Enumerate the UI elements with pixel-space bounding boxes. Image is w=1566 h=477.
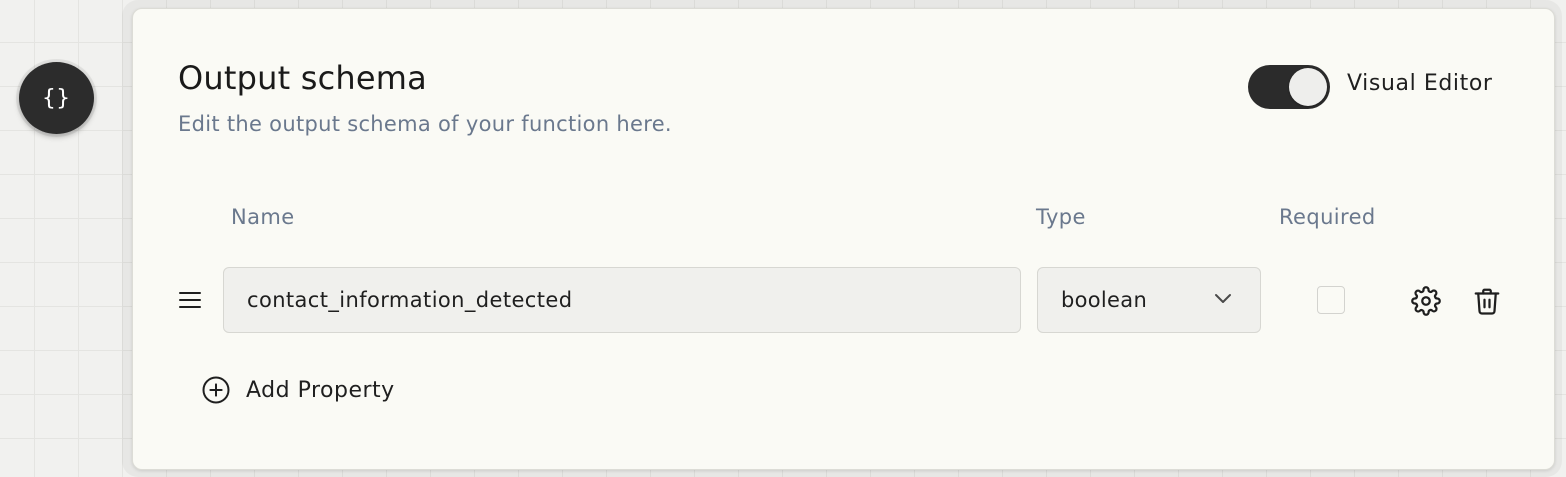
property-name-input[interactable] [223, 267, 1021, 333]
output-schema-panel: Output schema Edit the output schema of … [132, 8, 1555, 470]
property-type-value: boolean [1061, 288, 1148, 312]
curly-braces-icon: {} [42, 85, 71, 111]
plus-circle-icon [202, 376, 230, 404]
delete-property-button[interactable] [1472, 286, 1502, 316]
gear-icon [1411, 286, 1441, 316]
column-header-required: Required [1279, 205, 1376, 229]
toggle-knob [1289, 68, 1327, 106]
column-header-type: Type [1036, 205, 1086, 229]
column-header-name: Name [231, 205, 295, 229]
required-checkbox[interactable] [1317, 286, 1345, 314]
chevron-down-icon [1215, 294, 1231, 303]
visual-editor-label: Visual Editor [1347, 71, 1493, 96]
panel-title: Output schema [178, 59, 427, 97]
panel-subtitle: Edit the output schema of your function … [178, 112, 672, 136]
property-type-select[interactable]: boolean [1037, 267, 1261, 333]
add-property-button[interactable]: Add Property [201, 375, 395, 405]
drag-handle-icon[interactable] [179, 292, 201, 310]
trash-icon [1474, 288, 1500, 315]
node-badge[interactable]: {} [19, 62, 94, 134]
visual-editor-toggle[interactable] [1248, 65, 1330, 109]
property-settings-button[interactable] [1411, 286, 1441, 316]
add-property-label: Add Property [246, 377, 395, 403]
